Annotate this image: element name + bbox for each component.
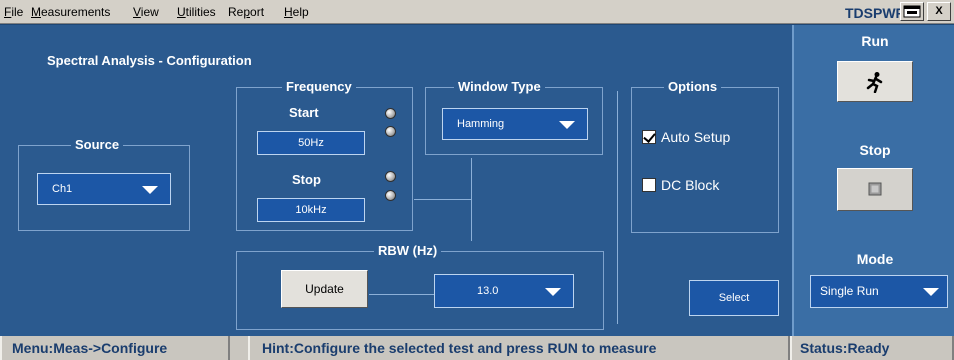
menu-bar: File Measurements View Utilities Report … bbox=[0, 0, 954, 24]
rbw-label: RBW (Hz) bbox=[374, 243, 442, 258]
menu-measurements[interactable]: Measurements bbox=[31, 5, 110, 19]
stop-fine-knob-icon[interactable] bbox=[385, 190, 396, 201]
start-fine-knob-icon[interactable] bbox=[385, 126, 396, 137]
dc-block-label: DC Block bbox=[661, 177, 720, 193]
minimize-icon bbox=[903, 5, 921, 18]
source-group: Source Ch1 bbox=[18, 137, 190, 231]
source-value: Ch1 bbox=[52, 183, 73, 195]
source-dropdown[interactable]: Ch1 bbox=[37, 173, 171, 205]
status-state: Status:Ready bbox=[790, 336, 954, 360]
menu-report[interactable]: Report bbox=[228, 5, 264, 19]
select-button[interactable]: Select bbox=[689, 280, 779, 316]
close-button[interactable]: X bbox=[927, 2, 951, 21]
config-panel: Spectral Analysis - Configuration Source… bbox=[0, 25, 792, 336]
run-label: Run bbox=[861, 33, 889, 49]
dc-block-checkbox[interactable]: DC Block bbox=[642, 177, 719, 193]
start-coarse-knob-icon[interactable] bbox=[385, 108, 396, 119]
window-type-dropdown[interactable]: Hamming bbox=[442, 108, 588, 140]
rbw-group: RBW (Hz) Update 13.0 bbox=[236, 243, 604, 330]
status-bar: Menu:Meas->Configure Hint:Configure the … bbox=[0, 336, 954, 360]
window-type-group: Window Type Hamming bbox=[425, 79, 603, 155]
window-type-value: Hamming bbox=[457, 118, 505, 130]
checkbox-empty-icon bbox=[642, 178, 656, 192]
checkbox-checked-icon bbox=[642, 130, 656, 144]
stop-frequency-input[interactable]: 10kHz bbox=[257, 198, 365, 222]
stop-label: Stop bbox=[292, 172, 321, 187]
window-type-label: Window Type bbox=[454, 79, 545, 94]
run-button[interactable] bbox=[837, 61, 913, 102]
connector-line bbox=[369, 294, 434, 295]
chevron-down-icon bbox=[923, 288, 939, 296]
mode-value: Single Run bbox=[820, 284, 879, 298]
chevron-down-icon bbox=[545, 288, 561, 296]
panel-title: Spectral Analysis - Configuration bbox=[47, 53, 252, 68]
status-menu-path: Menu:Meas->Configure bbox=[0, 336, 230, 360]
update-button[interactable]: Update bbox=[281, 270, 368, 308]
divider bbox=[617, 91, 618, 324]
connector-line bbox=[414, 199, 472, 200]
auto-setup-checkbox[interactable]: Auto Setup bbox=[642, 129, 730, 145]
control-sidebar: Run Stop Mode Single Run bbox=[792, 25, 954, 336]
rbw-dropdown[interactable]: 13.0 bbox=[434, 274, 574, 308]
mode-dropdown[interactable]: Single Run bbox=[810, 275, 948, 308]
menu-utilities[interactable]: Utilities bbox=[177, 5, 216, 19]
frequency-label: Frequency bbox=[282, 79, 356, 94]
frequency-group: Frequency Start 50Hz Stop 10kHz bbox=[236, 79, 413, 231]
stop-coarse-knob-icon[interactable] bbox=[385, 171, 396, 182]
status-hint: Hint:Configure the selected test and pre… bbox=[248, 336, 790, 360]
options-label: Options bbox=[664, 79, 722, 94]
start-frequency-input[interactable]: 50Hz bbox=[257, 131, 365, 155]
start-label: Start bbox=[289, 105, 319, 120]
menu-file[interactable]: File bbox=[4, 5, 23, 19]
mode-label: Mode bbox=[856, 251, 894, 267]
connector-line bbox=[471, 158, 472, 241]
menu-help[interactable]: Help bbox=[284, 5, 309, 19]
rbw-value: 13.0 bbox=[477, 285, 499, 297]
chevron-down-icon bbox=[142, 186, 158, 194]
running-man-icon bbox=[866, 72, 883, 94]
chevron-down-icon bbox=[559, 121, 575, 129]
options-group: Options Auto Setup DC Block bbox=[631, 79, 779, 233]
stop-label: Stop bbox=[859, 142, 891, 158]
minimize-button[interactable] bbox=[900, 2, 924, 21]
auto-setup-label: Auto Setup bbox=[661, 129, 731, 145]
source-label: Source bbox=[71, 137, 124, 152]
stop-square-icon bbox=[868, 182, 882, 196]
stop-button[interactable] bbox=[837, 168, 913, 211]
menu-view[interactable]: View bbox=[133, 5, 159, 19]
